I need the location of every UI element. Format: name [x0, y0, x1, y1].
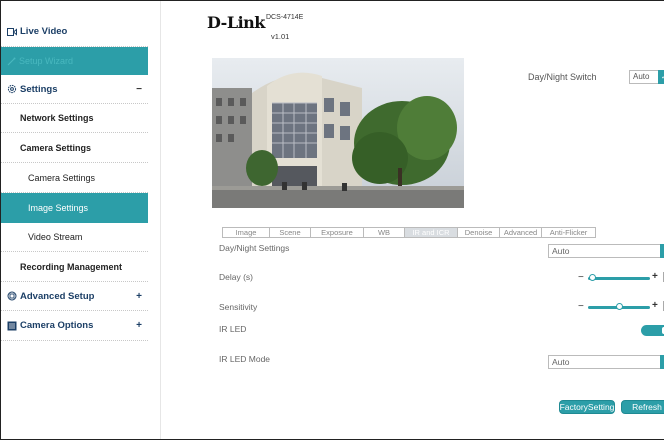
select-value: Auto — [633, 72, 650, 81]
sidebar-item-video-stream[interactable]: Video Stream — [1, 223, 148, 252]
refresh-button[interactable]: Refresh — [621, 400, 664, 414]
factory-setting-button[interactable]: FactorySetting — [559, 400, 615, 414]
expand-icon[interactable]: + — [136, 320, 142, 331]
sidebar-item-setup-wizard[interactable]: Setup Wizard — [1, 47, 148, 75]
plus-icon[interactable]: + — [652, 271, 658, 282]
sidebar-item-label: Camera Options — [20, 320, 94, 331]
sidebar-item-label: Advanced Setup — [20, 290, 95, 302]
image-settings-tabs: Image Scene Exposure WB IR and ICR Denoi… — [222, 227, 596, 238]
sidebar-item-label: Recording Management — [20, 261, 123, 272]
ir-led-toggle[interactable] — [641, 325, 664, 336]
live-preview-image — [212, 58, 464, 208]
firmware-version: v1.01 — [271, 32, 290, 41]
tab-denoise[interactable]: Denoise — [457, 227, 499, 238]
sidebar-item-image-settings[interactable]: Image Settings — [1, 193, 148, 223]
sidebar-item-recording-management[interactable]: Recording Management — [1, 252, 148, 282]
sidebar-item-live-video[interactable]: Live Video — [1, 17, 148, 47]
day-night-settings-select[interactable]: Auto ✓ — [548, 244, 664, 258]
delay-label: Delay (s) — [219, 272, 254, 282]
tab-anti-flicker[interactable]: Anti-Flicker — [541, 227, 596, 238]
sidebar-item-label: Camera Settings — [28, 172, 96, 183]
sidebar-item-label: Live Video — [20, 26, 68, 37]
video-icon — [7, 27, 17, 36]
gear-icon — [7, 84, 17, 94]
sidebar-item-label: Network Settings — [20, 113, 94, 123]
slider-knob[interactable] — [615, 303, 623, 310]
minus-icon[interactable]: − — [578, 272, 584, 283]
chevron-down-icon: ✓ — [658, 70, 664, 84]
sidebar-item-advanced-setup[interactable]: Advanced Setup + — [1, 282, 148, 311]
minus-icon[interactable]: − — [578, 301, 584, 312]
sidebar-item-camera-settings-sub[interactable]: Camera Settings — [1, 163, 148, 193]
expand-icon[interactable]: + — [136, 291, 142, 302]
sidebar-item-label: Camera Settings — [20, 142, 92, 153]
sidebar-item-network-settings[interactable]: Network Settings — [1, 104, 148, 133]
brand-logo: D-Link — [207, 13, 265, 32]
sidebar-item-camera-settings[interactable]: Camera Settings — [1, 133, 148, 163]
select-value: Auto — [552, 246, 570, 256]
chevron-down-icon: ✓ — [660, 244, 664, 258]
sidebar-item-label: Setup Wizard — [19, 56, 74, 66]
tab-ir-and-icr[interactable]: IR and ICR — [404, 227, 457, 238]
sidebar-item-camera-options[interactable]: Camera Options + — [1, 311, 148, 341]
advanced-icon — [7, 291, 17, 301]
day-night-settings-label: Day/Night Settings — [219, 243, 290, 253]
tab-scene[interactable]: Scene — [269, 227, 310, 238]
tab-advanced[interactable]: Advanced — [499, 227, 541, 238]
sidebar: Live Video Setup Wizard Settings − Netwo… — [1, 1, 161, 439]
ir-led-mode-select[interactable]: Auto ✓ — [548, 355, 664, 369]
chevron-down-icon: ✓ — [660, 355, 664, 369]
ir-led-mode-label: IR LED Mode — [219, 354, 271, 364]
collapse-icon[interactable]: − — [136, 84, 142, 95]
sidebar-item-settings[interactable]: Settings − — [1, 75, 148, 104]
select-value: Auto — [552, 357, 570, 367]
day-night-switch-label: Day/Night Switch — [528, 72, 597, 82]
sensitivity-label: Sensitivity — [219, 302, 258, 312]
wand-icon — [7, 57, 16, 66]
ir-led-label: IR LED — [219, 324, 247, 334]
plus-icon[interactable]: + — [652, 300, 658, 311]
tab-exposure[interactable]: Exposure — [310, 227, 363, 238]
list-icon — [7, 321, 17, 331]
tab-wb[interactable]: WB — [363, 227, 404, 238]
tab-image[interactable]: Image — [222, 227, 269, 238]
sidebar-item-label: Video Stream — [28, 232, 83, 242]
model-name: DCS-4714E — [266, 14, 304, 21]
sidebar-item-label: Settings — [20, 83, 58, 95]
day-night-switch-select[interactable]: Auto ✓ — [629, 70, 664, 84]
slider-track[interactable] — [588, 277, 650, 280]
sidebar-item-label: Image Settings — [28, 203, 89, 213]
